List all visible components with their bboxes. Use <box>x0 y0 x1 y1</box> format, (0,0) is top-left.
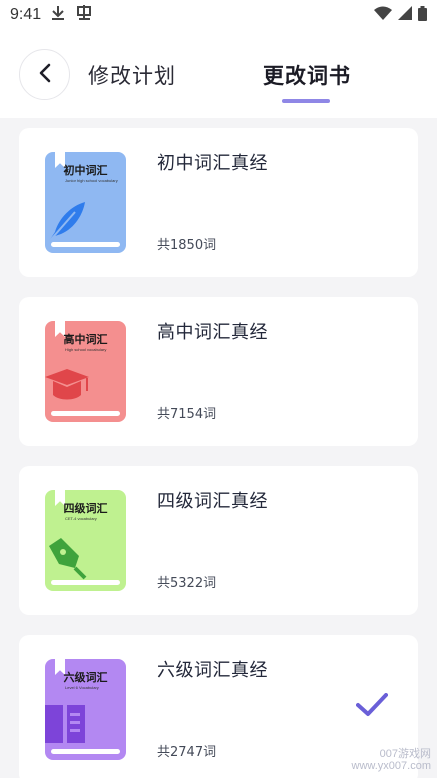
page-edge <box>51 749 120 754</box>
watermark: 007游戏网 www.yx007.com <box>352 748 431 772</box>
cover-title: 初中词汇 <box>63 164 108 177</box>
battery-icon <box>418 5 427 25</box>
cover-title: 高中词汇 <box>63 333 108 346</box>
book-cover: 六级词汇 Level 6 Vocabulary <box>45 659 126 760</box>
book-cover: 高中词汇 High school vocabulary <box>45 321 126 422</box>
active-tab-indicator <box>282 99 330 103</box>
book-card-senior[interactable]: 高中词汇 High school vocabulary 高中词汇真经 共7154… <box>19 297 418 446</box>
book-icon <box>45 703 91 753</box>
back-button[interactable] <box>19 49 70 100</box>
pen-nib-icon <box>45 534 91 584</box>
cover-subtitle: CET-4 vocabulary <box>65 516 97 521</box>
header: 修改计划 更改词书 <box>0 30 437 118</box>
download-icon <box>51 5 65 25</box>
page-edge <box>51 242 120 247</box>
book-cover: 四级词汇 CET-4 vocabulary <box>45 490 126 591</box>
watermark-line1: 007游戏网 <box>379 748 431 760</box>
book-title: 六级词汇真经 <box>157 660 268 681</box>
page-edge <box>51 580 120 585</box>
book-card-junior[interactable]: 初中词汇 Junior high school vocabulary 初中词汇真… <box>19 128 418 277</box>
book-title: 四级词汇真经 <box>157 491 268 512</box>
cover-title: 六级词汇 <box>63 671 108 684</box>
word-count: 共5322词 <box>157 576 217 591</box>
selected-check-icon <box>356 693 388 721</box>
signal-icon <box>398 6 412 24</box>
wifi-icon <box>374 6 392 24</box>
tab-modify-plan[interactable]: 修改计划 <box>88 60 176 90</box>
book-list[interactable]: 初中词汇 Junior high school vocabulary 初中词汇真… <box>0 118 437 778</box>
status-time: 9:41 <box>10 6 42 23</box>
book-cover: 初中词汇 Junior high school vocabulary <box>45 152 126 253</box>
word-count: 共1850词 <box>157 238 217 253</box>
word-count: 共2747词 <box>157 745 217 760</box>
book-card-cet4[interactable]: 四级词汇 CET-4 vocabulary 四级词汇真经 共5322词 <box>19 466 418 615</box>
book-title: 初中词汇真经 <box>157 153 268 174</box>
page-edge <box>51 411 120 416</box>
cover-title: 四级词汇 <box>63 502 108 515</box>
tab-change-book[interactable]: 更改词书 <box>263 60 351 90</box>
word-count: 共7154词 <box>157 407 217 422</box>
cover-subtitle: High school vocabulary <box>65 347 107 352</box>
book-title: 高中词汇真经 <box>157 322 268 343</box>
status-bar: 9:41 <box>0 0 437 30</box>
cover-subtitle: Level 6 Vocabulary <box>65 685 99 690</box>
cover-subtitle: Junior high school vocabulary <box>65 178 118 183</box>
chevron-left-icon <box>38 63 52 87</box>
app-notification-icon <box>75 4 93 26</box>
watermark-line2: www.yx007.com <box>351 760 431 772</box>
